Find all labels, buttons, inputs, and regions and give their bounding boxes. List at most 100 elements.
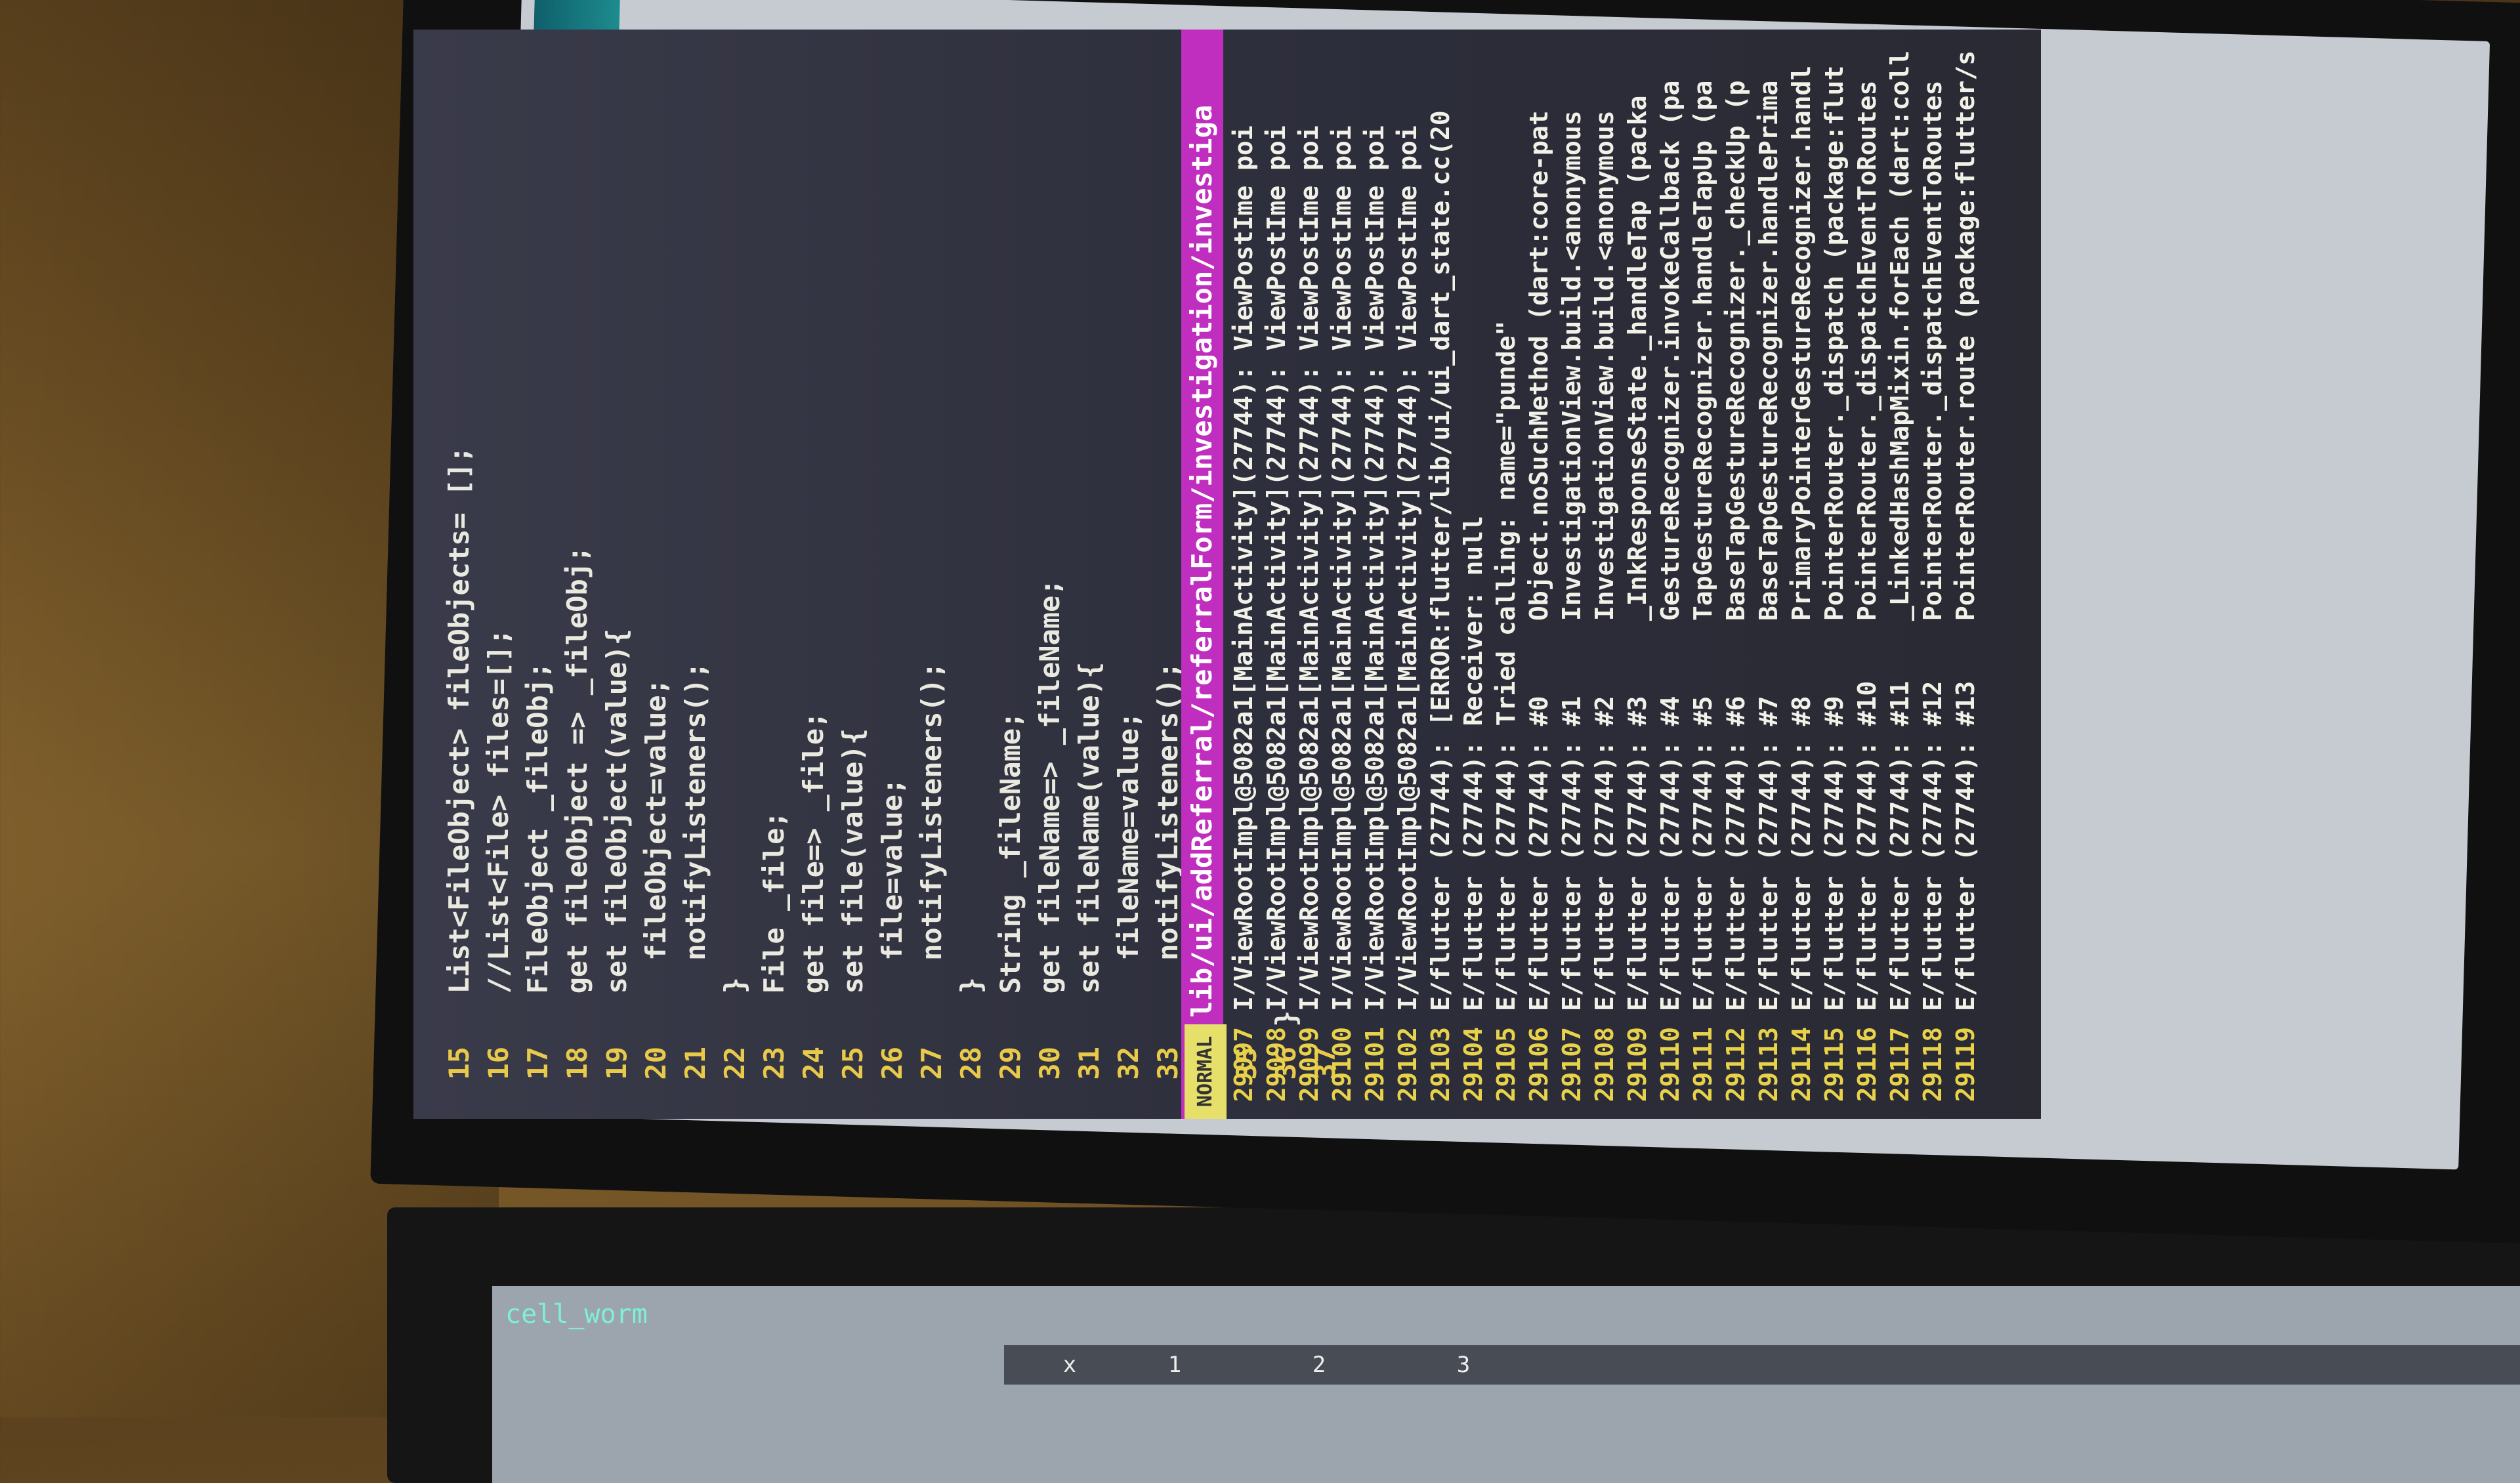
log-text: I/ViewRootImpl@5082a1[MainActivity](2774…: [1360, 125, 1389, 1011]
line-number: 17: [522, 1047, 554, 1080]
log-line: 29114 E/flutter (27744): #8 PrimaryPointe…: [1785, 30, 1818, 1119]
toolbar-button-2[interactable]: 2: [1293, 1352, 1345, 1378]
line-number: 29: [994, 1047, 1026, 1080]
code-text: get file=> _file;: [797, 711, 830, 1027]
code-text: get fileName=> _fileName;: [1034, 579, 1066, 1027]
log-text: E/flutter (27744): #7 BaseTapGestureReco…: [1754, 80, 1783, 1011]
log-line-number: 29108: [1590, 1027, 1619, 1102]
log-text: E/flutter (27744): #10 PointerRouter._di…: [1853, 80, 1881, 1011]
code-text: set file(value){: [837, 728, 869, 1027]
code-text: fileObject=value;: [640, 678, 672, 1027]
code-text: get fileObject => _fileObj;: [561, 545, 593, 1027]
log-line-number: 29102: [1393, 1027, 1422, 1102]
line-number: 21: [679, 1047, 711, 1080]
log-line: 29105 E/flutter (27744): Tried calling: n…: [1490, 30, 1522, 1119]
code-line: 29 String _fileName;: [991, 30, 1030, 1119]
log-text: E/flutter (27744): #2 InvestigationView.…: [1590, 110, 1619, 1011]
code-line: 21 notifyListeners();: [676, 30, 715, 1119]
code-text: FileObject _fileObj;: [522, 661, 554, 1027]
code-text: fileName=value;: [1112, 711, 1144, 1027]
line-number: 30: [1034, 1047, 1066, 1080]
code-line: 27 notifyListeners();: [912, 30, 952, 1119]
code-text: notifyListeners();: [915, 661, 948, 1027]
log-line-number: 29113: [1754, 1027, 1783, 1102]
log-line: 29111 E/flutter (27744): #5 TapGestureRec…: [1687, 30, 1719, 1119]
log-line-number: 29106: [1524, 1027, 1553, 1102]
line-number: 23: [758, 1047, 790, 1080]
log-text: E/flutter (27744): Receiver: null: [1459, 516, 1488, 1011]
code-text: set fileName(value){: [1073, 661, 1105, 1027]
log-line-number: 29111: [1689, 1027, 1717, 1102]
code-line: 16 //List<File> files=[];: [479, 30, 518, 1119]
lower-monitor-toolbar: [1004, 1345, 2520, 1385]
line-number: 28: [955, 1047, 987, 1080]
log-text: E/flutter (27744): #8 PrimaryPointerGest…: [1787, 65, 1816, 1011]
log-line: 29113 E/flutter (27744): #7 BaseTapGestur…: [1752, 30, 1785, 1119]
code-line: 31 set fileName(value){: [1070, 30, 1109, 1119]
line-number: 16: [482, 1047, 514, 1080]
log-text: E/flutter (27744): [ERROR:flutter/lib/ui…: [1426, 110, 1455, 1011]
log-line: 29112 E/flutter (27744): #6 BaseTapGestur…: [1719, 30, 1752, 1119]
log-line: 29100 I/ViewRootImpl@5082a1[MainActivity]…: [1326, 30, 1358, 1119]
log-text: I/ViewRootImpl@5082a1[MainActivity](2774…: [1229, 125, 1258, 1011]
log-line: 29102 I/ViewRootImpl@5082a1[MainActivity]…: [1391, 30, 1424, 1119]
vim-mode-indicator: NORMAL: [1185, 1024, 1227, 1119]
code-text: }: [955, 977, 987, 1027]
log-text: E/flutter (27744): #13 PointerRouter.rou…: [1951, 50, 1980, 1011]
code-text: String _fileName;: [994, 711, 1026, 1027]
code-text: notifyListeners();: [679, 661, 711, 1027]
file-path: lib/ui/addReferral/referralForm/investig…: [1186, 104, 1218, 1018]
log-text: E/flutter (27744): #1 InvestigationView.…: [1557, 110, 1586, 1011]
line-number: 15: [443, 1047, 475, 1080]
log-line: 29109 E/flutter (27744): #3 _InkResponseS…: [1621, 30, 1654, 1119]
log-text: I/ViewRootImpl@5082a1[MainActivity](2774…: [1393, 125, 1422, 1011]
log-line-number: 29110: [1656, 1027, 1685, 1102]
toolbar-button-3[interactable]: 3: [1437, 1352, 1490, 1378]
log-line: 29098 I/ViewRootImpl@5082a1[MainActivity]…: [1260, 30, 1293, 1119]
log-line: 29118 E/flutter (27744): #12 PointerRoute…: [1916, 30, 1949, 1119]
log-line-number: 29119: [1951, 1027, 1980, 1102]
log-text: E/flutter (27744): #12 PointerRouter._di…: [1918, 80, 1947, 1011]
code-line: 28 }: [952, 30, 991, 1119]
line-number: 19: [600, 1047, 633, 1080]
log-line-number: 29107: [1557, 1027, 1586, 1102]
code-line: 26 file=value;: [873, 30, 912, 1119]
code-line: 25 set file(value){: [833, 30, 873, 1119]
code-line: 24 get file=> _file;: [794, 30, 833, 1119]
code-line: 20 fileObject=value;: [637, 30, 676, 1119]
code-text: set fileObject(value){: [600, 629, 633, 1027]
toolbar-button-1[interactable]: 1: [1148, 1352, 1201, 1378]
log-line: 29103 E/flutter (27744): [ERROR:flutter/l…: [1424, 30, 1457, 1119]
editor-terminal-panel: 15 List<FileObject> fileObjects= []; 16 /…: [413, 30, 2041, 1119]
log-text: E/flutter (27744): #9 PointerRouter._dis…: [1820, 65, 1849, 1011]
log-line: 29106 E/flutter (27744): #0 Object.noSuch…: [1522, 30, 1555, 1119]
line-number: 25: [837, 1047, 869, 1080]
log-line-number: 29101: [1360, 1027, 1389, 1102]
code-line: 18 get fileObject => _fileObj;: [558, 30, 597, 1119]
code-line: 17 FileObject _fileObj;: [518, 30, 558, 1119]
log-line: 29104 E/flutter (27744): Receiver: null: [1457, 30, 1490, 1119]
log-text: I/ViewRootImpl@5082a1[MainActivity](2774…: [1328, 125, 1356, 1011]
line-number: 22: [719, 1047, 751, 1080]
code-text: List<FileObject> fileObjects= [];: [443, 446, 475, 1027]
code-text: }: [719, 977, 751, 1027]
line-number: 18: [561, 1047, 593, 1080]
code-text: file=value;: [876, 778, 908, 1027]
log-line-number: 29112: [1721, 1027, 1750, 1102]
log-line: 29115 E/flutter (27744): #9 PointerRouter…: [1818, 30, 1851, 1119]
terminal-tab-label[interactable]: cell_worm: [505, 1299, 1096, 1339]
log-text: E/flutter (27744): Tried calling: name="…: [1492, 320, 1521, 1011]
log-text: E/flutter (27744): #3 _InkResponseState.…: [1623, 95, 1652, 1011]
code-line: 30 get fileName=> _fileName;: [1030, 30, 1070, 1119]
close-icon[interactable]: x: [1043, 1352, 1096, 1378]
code-line: 22 }: [715, 30, 755, 1119]
log-line: 29101 I/ViewRootImpl@5082a1[MainActivity]…: [1358, 30, 1391, 1119]
vim-status-line: NORMAL lib/ui/addReferral/referralForm/in…: [1181, 30, 1227, 1119]
log-line-number: 29109: [1623, 1027, 1652, 1102]
log-line-number: 29114: [1787, 1027, 1816, 1102]
code-text: notifyListeners();: [1152, 661, 1184, 1027]
terminal-log[interactable]: 29097I/ViewRootImpl@5082a1[MainActivity]…: [1227, 30, 1982, 1119]
code-line: 15 List<FileObject> fileObjects= [];: [440, 30, 479, 1119]
log-text: E/flutter (27744): #5 TapGestureRecogniz…: [1689, 80, 1717, 1011]
log-line: 29099 I/ViewRootImpl@5082a1[MainActivity]…: [1293, 30, 1326, 1119]
